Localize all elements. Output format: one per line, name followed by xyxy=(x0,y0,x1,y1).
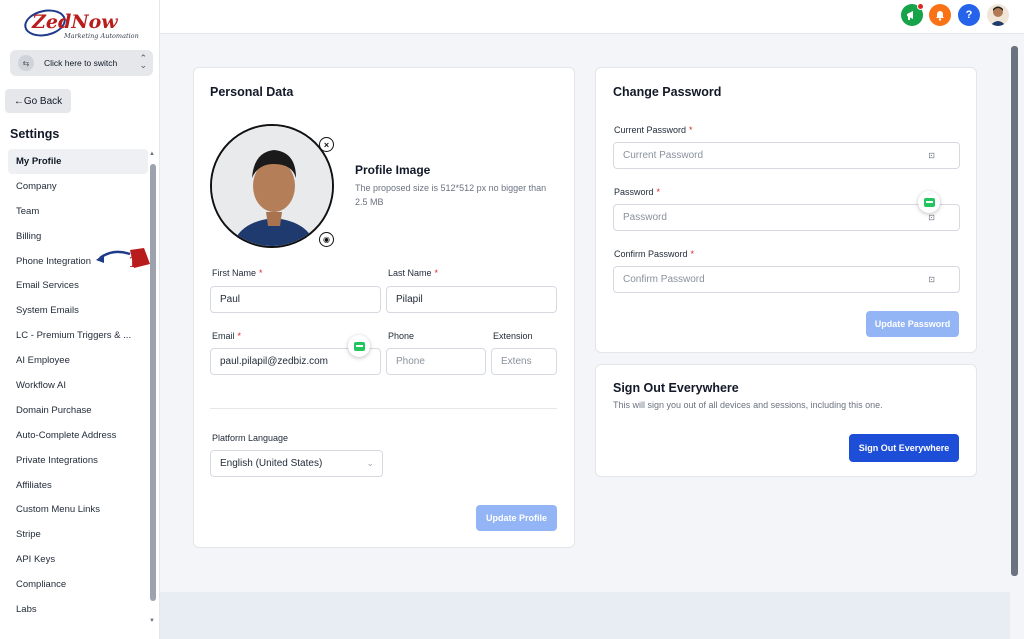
brand-name: ZedNow xyxy=(32,11,118,33)
sidebar-item-compliance[interactable]: Compliance xyxy=(8,572,148,597)
help-icon[interactable]: ? xyxy=(958,4,980,26)
go-back-button[interactable]: ← Go Back xyxy=(5,89,71,113)
account-switcher[interactable]: ⇆ Click here to switch ⌃ ⌄ xyxy=(10,50,153,76)
platform-language-value: English (United States) xyxy=(220,458,323,469)
bell-icon[interactable] xyxy=(929,4,951,26)
platform-language-select[interactable]: English (United States) ⌄ xyxy=(210,450,383,477)
first-name-label: First Name * xyxy=(212,268,263,278)
update-password-button[interactable]: Update Password xyxy=(866,311,959,337)
sidebar-item-email-services[interactable]: Email Services xyxy=(8,273,148,298)
go-back-label: Go Back xyxy=(23,95,63,107)
sidebar-item-stripe[interactable]: Stripe xyxy=(8,522,148,547)
phone-input[interactable]: Phone xyxy=(386,348,486,375)
password-reveal-icon[interactable]: ⊡ xyxy=(928,213,935,222)
scroll-down-arrow[interactable]: ▼ xyxy=(149,618,155,624)
current-password-label: Current Password * xyxy=(614,125,693,135)
sidebar-item-lc-premium-triggers[interactable]: LC - Premium Triggers & ... xyxy=(8,323,148,348)
sidebar-item-ai-employee[interactable]: AI Employee xyxy=(8,348,148,373)
current-password-input[interactable]: Current Password ⊡ xyxy=(613,142,960,169)
sign-out-description: This will sign you out of all devices an… xyxy=(613,400,883,410)
password-input[interactable]: Password ⊡ xyxy=(613,204,960,231)
camera-icon[interactable]: ◉ xyxy=(319,232,334,247)
profile-image-title: Profile Image xyxy=(355,163,431,177)
password-manager-icon[interactable] xyxy=(348,335,370,357)
sign-out-title: Sign Out Everywhere xyxy=(613,381,739,395)
annotation-arrow-icon xyxy=(96,248,150,268)
confirm-password-input[interactable]: Confirm Password ⊡ xyxy=(613,266,960,293)
remove-photo-icon[interactable]: × xyxy=(319,137,334,152)
password-manager-icon[interactable] xyxy=(918,191,940,213)
sidebar-item-workflow-ai[interactable]: Workflow AI xyxy=(8,373,148,398)
email-label: Email * xyxy=(212,331,242,341)
personal-data-title: Personal Data xyxy=(210,85,294,99)
change-password-title: Change Password xyxy=(613,85,722,99)
sidebar: ZedNow Marketing Automation ⇆ Click here… xyxy=(0,0,160,639)
page-scrollbar[interactable] xyxy=(1011,46,1018,576)
sidebar-item-auto-complete-address[interactable]: Auto-Complete Address xyxy=(8,423,148,448)
sidebar-item-system-emails[interactable]: System Emails xyxy=(8,298,148,323)
settings-menu: My Profile Company Team Billing Phone In… xyxy=(8,149,148,622)
brand-tagline: Marketing Automation xyxy=(64,32,139,40)
switch-icon: ⇆ xyxy=(18,55,34,71)
sidebar-scrollbar[interactable] xyxy=(150,164,156,601)
first-name-input[interactable]: Paul xyxy=(210,286,381,313)
top-bar: ? xyxy=(160,0,1024,34)
arrow-left-icon: ← xyxy=(13,95,24,107)
sidebar-item-company[interactable]: Company xyxy=(8,174,148,199)
password-label: Password * xyxy=(614,187,661,197)
annotation-number: 1 xyxy=(128,253,139,271)
profile-image-hint: The proposed size is 512*512 px no bigge… xyxy=(355,183,547,207)
sidebar-item-team[interactable]: Team xyxy=(8,199,148,224)
password-reveal-icon[interactable]: ⊡ xyxy=(928,275,935,284)
megaphone-icon[interactable] xyxy=(901,3,924,26)
sign-out-everywhere-button[interactable]: Sign Out Everywhere xyxy=(849,434,959,462)
sidebar-item-domain-purchase[interactable]: Domain Purchase xyxy=(8,398,148,423)
confirm-password-label: Confirm Password * xyxy=(614,249,695,259)
sidebar-item-my-profile[interactable]: My Profile xyxy=(8,149,148,174)
profile-photo[interactable] xyxy=(210,124,334,248)
notification-dot xyxy=(917,3,924,10)
sidebar-item-api-keys[interactable]: API Keys xyxy=(8,547,148,572)
page-footer-band xyxy=(160,592,1010,639)
extension-label: Extension xyxy=(493,331,533,341)
last-name-label: Last Name * xyxy=(388,268,439,278)
extension-input[interactable]: Extens xyxy=(491,348,557,375)
chevron-updown-icon: ⌃ ⌄ xyxy=(139,53,147,70)
platform-language-label: Platform Language xyxy=(212,433,289,443)
password-reveal-icon[interactable]: ⊡ xyxy=(928,151,935,160)
brand-logo[interactable]: ZedNow Marketing Automation xyxy=(21,5,142,42)
divider xyxy=(210,408,557,409)
sidebar-item-affiliates[interactable]: Affiliates xyxy=(8,473,148,498)
update-profile-button[interactable]: Update Profile xyxy=(476,505,557,531)
switcher-label: Click here to switch xyxy=(44,58,118,68)
sidebar-item-labs[interactable]: Labs xyxy=(8,597,148,622)
sidebar-item-custom-menu-links[interactable]: Custom Menu Links xyxy=(8,497,148,522)
settings-title: Settings xyxy=(10,127,60,141)
scroll-up-arrow[interactable]: ▲ xyxy=(149,151,155,157)
sidebar-item-private-integrations[interactable]: Private Integrations xyxy=(8,448,148,473)
user-avatar[interactable] xyxy=(987,4,1009,26)
last-name-input[interactable]: Pilapil xyxy=(386,286,557,313)
chevron-down-icon: ⌄ xyxy=(366,458,374,468)
phone-label: Phone xyxy=(388,331,415,341)
